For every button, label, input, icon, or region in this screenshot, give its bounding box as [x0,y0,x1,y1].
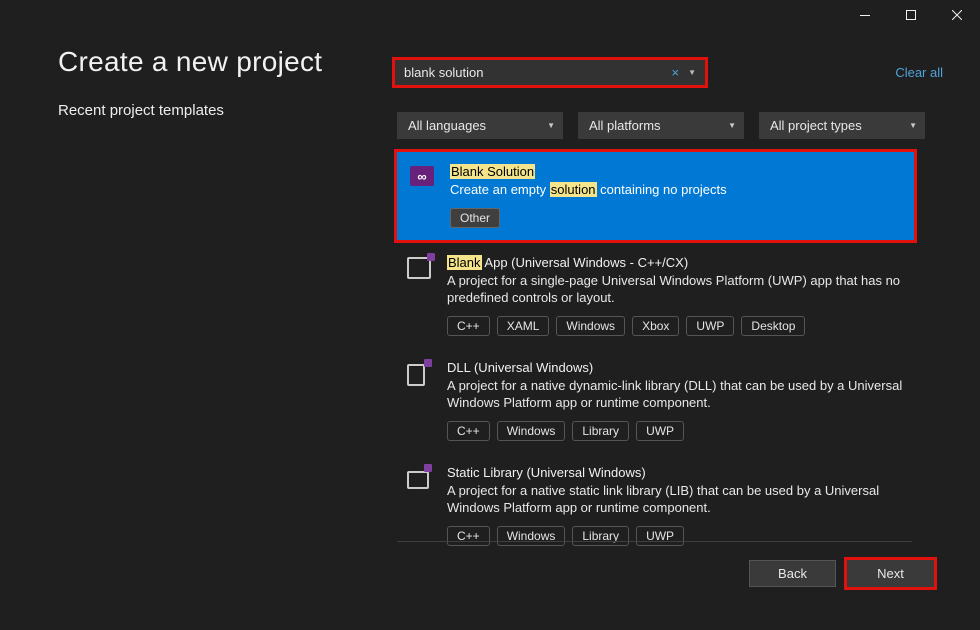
template-title: Blank Solution [450,164,901,179]
project-type-filter[interactable]: All project types ▼ [759,112,925,139]
back-button[interactable]: Back [749,560,836,587]
search-dropdown-icon[interactable]: ▼ [688,68,696,77]
template-dll-uwp[interactable]: DLL (Universal Windows) A project for a … [394,348,917,453]
template-blank-app[interactable]: Blank App (Universal Windows - C++/CX) A… [394,243,917,348]
template-tag: XAML [497,316,550,336]
clear-search-icon[interactable]: × [671,65,679,80]
template-tag: Windows [556,316,625,336]
divider [397,541,912,542]
template-description: A project for a native static link libra… [447,482,904,517]
template-tag: UWP [636,526,684,546]
platform-filter[interactable]: All platforms ▼ [578,112,744,139]
clear-all-link[interactable]: Clear all [895,65,945,80]
language-filter[interactable]: All languages ▼ [397,112,563,139]
template-tag: Library [572,526,629,546]
search-controls: × ▼ [671,65,696,80]
template-tag: UWP [636,421,684,441]
template-description: Create an empty solution containing no p… [450,181,901,199]
language-filter-label: All languages [408,118,486,133]
project-type-filter-label: All project types [770,118,862,133]
template-description: A project for a native dynamic-link libr… [447,377,904,412]
chevron-down-icon: ▼ [909,121,917,130]
template-title: Blank App (Universal Windows - C++/CX) [447,255,904,270]
template-tag: Windows [497,421,566,441]
template-tag: Other [450,208,500,228]
chevron-down-icon: ▼ [547,121,555,130]
search-query-text: blank solution [404,65,484,80]
template-tag: UWP [686,316,734,336]
template-tag: Xbox [632,316,679,336]
template-description: A project for a single-page Universal Wi… [447,272,904,307]
search-highlight-box: blank solution × ▼ [392,57,708,88]
dll-icon [407,362,433,388]
template-title: DLL (Universal Windows) [447,360,904,375]
template-search-input[interactable]: blank solution × ▼ [395,60,705,85]
template-tag: C++ [447,421,490,441]
window-controls [842,0,980,30]
minimize-button[interactable] [842,0,888,30]
next-button[interactable]: Next [844,557,937,590]
chevron-down-icon: ▼ [728,121,736,130]
template-title: Static Library (Universal Windows) [447,465,904,480]
maximize-button[interactable] [888,0,934,30]
template-tag: C++ [447,316,490,336]
library-icon [407,467,433,493]
template-list: Blank Solution Create an empty solution … [394,149,917,558]
template-tag: Desktop [741,316,805,336]
template-tag: Windows [497,526,566,546]
platform-filter-label: All platforms [589,118,661,133]
template-blank-solution[interactable]: Blank Solution Create an empty solution … [394,149,917,243]
visual-studio-icon [410,166,436,192]
close-button[interactable] [934,0,980,30]
app-icon [407,257,433,283]
template-staticlib-uwp[interactable]: Static Library (Universal Windows) A pro… [394,453,917,558]
template-tag: Library [572,421,629,441]
template-tag: C++ [447,526,490,546]
